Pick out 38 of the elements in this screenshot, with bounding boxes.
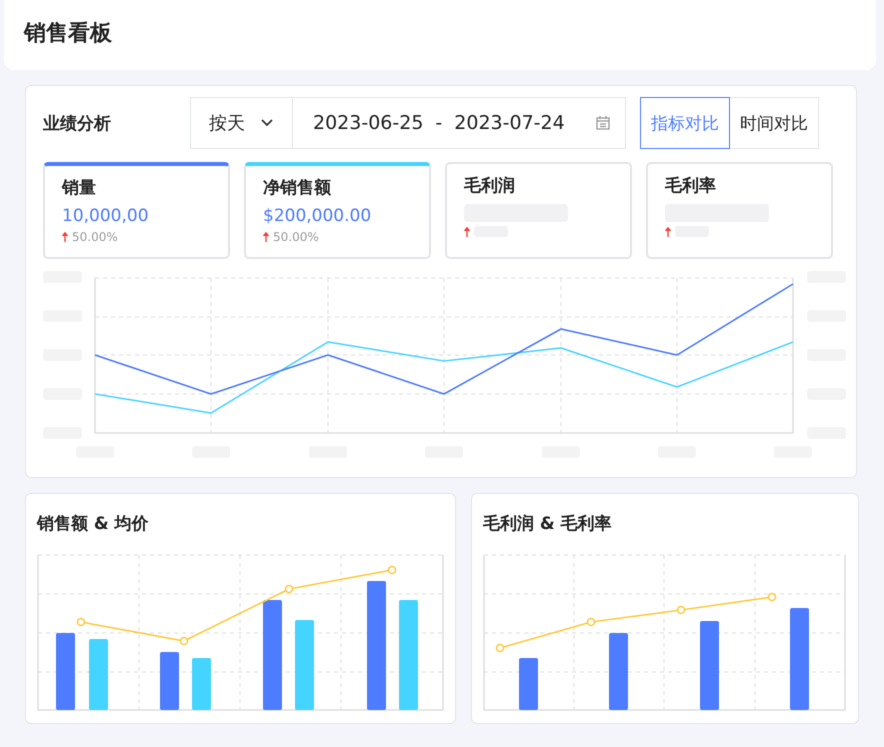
metric-label: 净销售额 [263, 178, 331, 198]
compare-tab[interactable]: 时间对比 [730, 97, 819, 149]
data-point [768, 592, 776, 602]
bar [519, 658, 538, 710]
data-point [76, 618, 86, 626]
bar [160, 652, 179, 710]
compare-tab[interactable]: 指标对比 [640, 97, 730, 149]
section-title: 业绩分析 [43, 112, 112, 134]
up-arrow-icon [263, 232, 269, 242]
caret-icon [261, 119, 273, 127]
change-percent: 50.00% [72, 230, 118, 244]
page-title: 销售看板 [24, 20, 112, 48]
up-arrow-icon [464, 226, 470, 236]
metric-value: $200,000.00 [263, 206, 372, 226]
metric-label: 毛利率 [665, 176, 716, 196]
up-arrow-icon [62, 232, 68, 242]
metric-label: 销量 [62, 178, 96, 198]
data-point [586, 618, 596, 626]
bar [89, 639, 108, 710]
date-range-field[interactable]: 2023-06-25 - 2023-07-24 [293, 97, 626, 149]
up-arrow-icon [665, 226, 671, 236]
metric-card[interactable]: 毛利率 [646, 162, 833, 259]
metric-card[interactable]: 销量 10,000,00 50.00% [43, 162, 230, 259]
data-point [284, 584, 294, 594]
data-point [388, 566, 396, 574]
data-point [496, 644, 504, 652]
metric-card[interactable]: 毛利润 [445, 162, 632, 259]
chart-title: 销售额 & 均价 [37, 513, 149, 535]
data-point [180, 636, 188, 646]
change-percent: 50.00% [273, 230, 319, 244]
granularity-select[interactable]: 按天 [190, 97, 293, 149]
metric-value: 10,000,00 [62, 206, 149, 226]
chart-title: 毛利润 & 毛利率 [483, 513, 612, 535]
metric-label: 毛利润 [464, 176, 515, 196]
metric-card[interactable]: 净销售额 $200,000.00 50.00% [244, 162, 431, 259]
calendar-icon[interactable] [595, 115, 611, 131]
data-point [676, 606, 686, 614]
bar [192, 658, 211, 710]
